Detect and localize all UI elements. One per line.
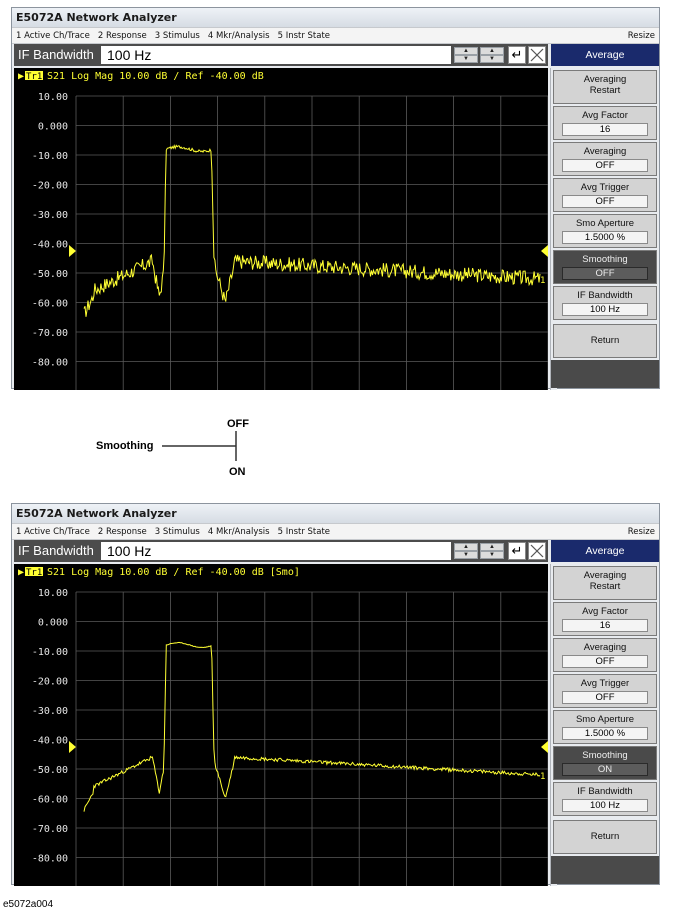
y-tick-label: -70.00 <box>32 824 68 835</box>
window-title: E5072A Network Analyzer <box>12 504 659 523</box>
menu-response[interactable]: 2 Response <box>94 527 151 537</box>
softkey-avg-trigger[interactable]: Avg Trigger OFF <box>553 674 657 708</box>
spin-up-fine[interactable]: ▲ <box>480 543 504 551</box>
spin-up-coarse[interactable]: ▲ <box>454 543 478 551</box>
y-tick-label: 10.00 <box>38 588 68 599</box>
softkey-panel-filler <box>551 856 659 884</box>
y-tick-label: -10.00 <box>32 647 68 658</box>
softkey-smoothing[interactable]: Smoothing ON <box>553 746 657 780</box>
y-tick-label: -60.00 <box>32 795 68 806</box>
y-tick-label: -30.00 <box>32 706 68 717</box>
spin-down-fine[interactable]: ▼ <box>480 551 504 559</box>
y-tick-label: -80.00 <box>32 854 68 865</box>
y-tick-label: -40.00 <box>32 736 68 747</box>
y-tick-label: 0.000 <box>38 618 68 629</box>
softkey-avg-factor[interactable]: Avg Factor 16 <box>553 602 657 636</box>
spin-down-coarse[interactable]: ▼ <box>454 551 478 559</box>
softkey-averaging[interactable]: Averaging OFF <box>553 638 657 672</box>
figure-caption: e5072a004 <box>3 899 54 910</box>
entry-label: IF Bandwidth <box>18 543 94 558</box>
softkey-panel: Average Averaging Restart Avg Factor 16 … <box>551 540 659 884</box>
trace-display[interactable]: 10.00 0.000 -10.00 -20.00 -30.00 -40.00 -50.00… <box>14 564 548 886</box>
menu-bar: 1 Active Ch/Trace 2 Response 3 Stimulus … <box>12 523 659 540</box>
trace-arrow-icon: ▶ <box>18 567 24 578</box>
softkey-smo-aperture[interactable]: Smo Aperture 1.5000 % <box>553 710 657 744</box>
y-tick-label: -50.00 <box>32 765 68 776</box>
close-icon[interactable] <box>528 542 546 560</box>
trace-name: Tr1 <box>26 568 42 578</box>
softkey-if-bandwidth[interactable]: IF Bandwidth 100 Hz <box>553 782 657 816</box>
menu-stimulus[interactable]: 3 Stimulus <box>151 527 204 537</box>
entry-bar: IF Bandwidth 100 Hz ▲ ▼ ▲ ▼ ↵ <box>14 540 548 562</box>
menu-active-ch-trace[interactable]: 1 Active Ch/Trace <box>12 527 94 537</box>
marker-label: 1 <box>540 772 545 782</box>
menu-mkr-analysis[interactable]: 4 Mkr/Analysis <box>204 527 274 537</box>
softkey-averaging-restart[interactable]: Averaging Restart <box>553 566 657 600</box>
analyzer-window-smoothing-on: E5072A Network Analyzer 1 Active Ch/Trac… <box>11 503 660 886</box>
softkey-menu-title: Average <box>551 540 659 562</box>
enter-icon[interactable]: ↵ <box>508 542 526 560</box>
resize-button[interactable]: Resize <box>624 527 659 537</box>
ref-right-marker-icon <box>541 741 548 753</box>
ref-left-marker-icon <box>69 741 76 753</box>
menu-instr-state[interactable]: 5 Instr State <box>274 527 334 537</box>
trace-header: S21 Log Mag 10.00 dB / Ref -40.00 dB [Sm… <box>47 567 300 578</box>
softkey-return[interactable]: Return <box>553 820 657 854</box>
y-tick-label: -20.00 <box>32 677 68 688</box>
if-bandwidth-input[interactable]: 100 Hz <box>101 542 451 560</box>
